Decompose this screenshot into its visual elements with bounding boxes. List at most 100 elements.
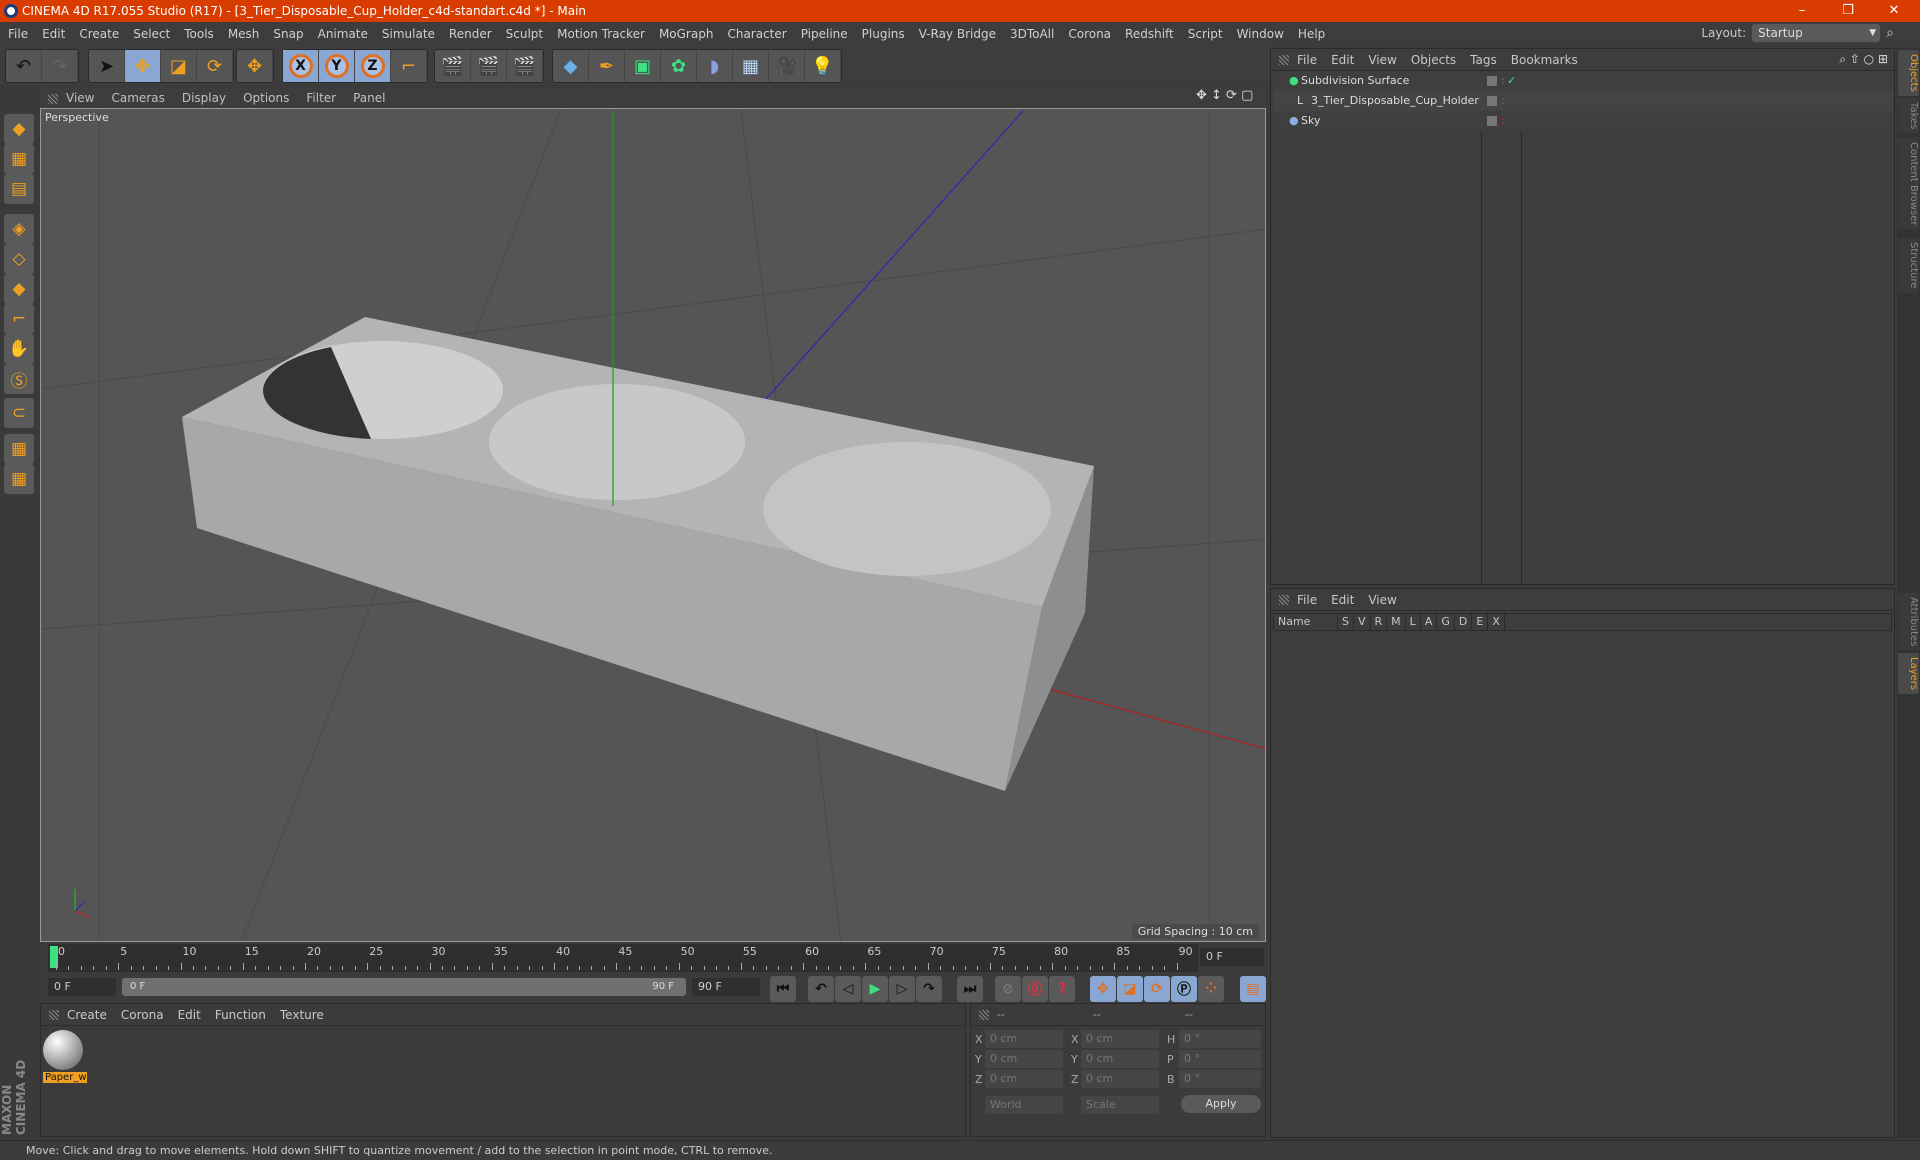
- key-pla-icon[interactable]: ⁘: [1198, 976, 1224, 1002]
- panel-grip[interactable]: [979, 1010, 989, 1020]
- menu-v-ray-bridge[interactable]: V-Ray Bridge: [919, 27, 996, 41]
- menu-sculpt[interactable]: Sculpt: [506, 27, 543, 41]
- objects-menu-file[interactable]: File: [1297, 53, 1317, 67]
- rotation-field[interactable]: 0 °: [1179, 1030, 1261, 1048]
- menu-pipeline[interactable]: Pipeline: [801, 27, 848, 41]
- render-dot-icon[interactable]: :: [1501, 91, 1505, 111]
- close-button[interactable]: ✕: [1872, 0, 1916, 22]
- grid-icon[interactable]: ▦: [4, 464, 34, 494]
- materials-menu-texture[interactable]: Texture: [280, 1008, 324, 1022]
- cube-icon[interactable]: ◆: [553, 50, 589, 82]
- material-swatch[interactable]: Paper_w: [43, 1030, 87, 1088]
- menu-plugins[interactable]: Plugins: [862, 27, 905, 41]
- light-icon[interactable]: 💡: [805, 50, 841, 82]
- coord-scale-dropdown[interactable]: Scale: [1081, 1096, 1159, 1114]
- tab-layers[interactable]: Layers: [1898, 653, 1919, 695]
- tab-structure[interactable]: Structure: [1898, 238, 1919, 293]
- menu-simulate[interactable]: Simulate: [382, 27, 435, 41]
- scale-icon[interactable]: ◪: [161, 50, 197, 82]
- object-row[interactable]: ● Sky:: [1273, 111, 1893, 131]
- start-frame-field[interactable]: 0 F: [48, 978, 116, 996]
- points-mode-icon[interactable]: ◈: [4, 214, 34, 244]
- layer-column-g[interactable]: G: [1437, 614, 1455, 630]
- layout-dropdown[interactable]: Startup ▼: [1752, 24, 1881, 42]
- panel-grip[interactable]: [1279, 55, 1289, 65]
- panel-grip[interactable]: [49, 1010, 59, 1020]
- menu-render[interactable]: Render: [449, 27, 492, 41]
- record-button[interactable]: ⓪: [1022, 976, 1048, 1002]
- objects-menu-tags[interactable]: Tags: [1470, 53, 1497, 67]
- rotation-field[interactable]: 0 °: [1179, 1070, 1261, 1088]
- layer-column-a[interactable]: A: [1421, 614, 1438, 630]
- materials-menu-function[interactable]: Function: [215, 1008, 266, 1022]
- redo-icon[interactable]: ↷: [42, 50, 78, 82]
- menu-snap[interactable]: Snap: [273, 27, 303, 41]
- viewport-menu-options[interactable]: Options: [243, 91, 289, 105]
- floor-icon[interactable]: ▦: [733, 50, 769, 82]
- menu-window[interactable]: Window: [1237, 27, 1284, 41]
- layer-column-d[interactable]: D: [1455, 614, 1473, 630]
- objects-menu-view[interactable]: View: [1368, 53, 1396, 67]
- menu-redshift[interactable]: Redshift: [1125, 27, 1174, 41]
- object-manager-tools[interactable]: ⌕ ⇧ ○ ⊞: [1839, 52, 1888, 67]
- panel-grip[interactable]: [48, 94, 58, 104]
- menu-script[interactable]: Script: [1188, 27, 1223, 41]
- position-field[interactable]: 0 cm: [985, 1050, 1063, 1068]
- menu-file[interactable]: File: [8, 27, 28, 41]
- rotate-icon[interactable]: ⟳: [197, 50, 233, 82]
- pen-icon[interactable]: ✒: [589, 50, 625, 82]
- workplane-icon[interactable]: ▤: [4, 174, 34, 204]
- autokey-button[interactable]: ?: [1049, 976, 1075, 1002]
- layer-column-name[interactable]: Name: [1274, 614, 1338, 630]
- end-frame-field[interactable]: 90 F: [692, 978, 760, 996]
- maximize-button[interactable]: ❐: [1826, 0, 1870, 22]
- tab-attributes[interactable]: Attributes: [1898, 593, 1919, 651]
- menu-mograph[interactable]: MoGraph: [659, 27, 714, 41]
- subdivision-icon[interactable]: ▣: [625, 50, 661, 82]
- goto-start-button[interactable]: ⏮: [770, 976, 796, 1002]
- viewport-menu-filter[interactable]: Filter: [306, 91, 336, 105]
- key-scale-icon[interactable]: ◪: [1117, 976, 1143, 1002]
- magnet-icon[interactable]: ⊂: [4, 398, 34, 428]
- polygons-mode-icon[interactable]: ◆: [4, 274, 34, 304]
- next-key-button[interactable]: ↷: [916, 976, 942, 1002]
- next-frame-button[interactable]: ▷: [889, 976, 915, 1002]
- objects-menu-edit[interactable]: Edit: [1331, 53, 1354, 67]
- current-frame-field[interactable]: 0 F: [1200, 948, 1264, 966]
- 3d-viewport[interactable]: Perspective Grid Spacing : 10 cm: [40, 108, 1266, 942]
- object-row[interactable]: ● Subdivision Surface: ✓: [1273, 71, 1893, 91]
- size-field[interactable]: 0 cm: [1081, 1030, 1159, 1048]
- materials-menu-create[interactable]: Create: [67, 1008, 107, 1022]
- layer-column-s[interactable]: S: [1338, 614, 1354, 630]
- menu-motion-tracker[interactable]: Motion Tracker: [557, 27, 645, 41]
- z-axis-button[interactable]: Z: [355, 50, 391, 82]
- goto-end-button[interactable]: ⏭: [957, 976, 983, 1002]
- menu-select[interactable]: Select: [133, 27, 170, 41]
- search-icon[interactable]: ⌕: [1886, 25, 1894, 41]
- object-row[interactable]: L 3_Tier_Disposable_Cup_Holder:: [1273, 91, 1893, 111]
- tab-takes[interactable]: Takes: [1898, 98, 1919, 134]
- lock-grid-icon[interactable]: ▦: [4, 434, 34, 464]
- size-field[interactable]: 0 cm: [1081, 1070, 1159, 1088]
- coordinate-system-icon[interactable]: ⌐: [391, 50, 427, 82]
- layers-menu-edit[interactable]: Edit: [1331, 593, 1354, 607]
- layer-column-r[interactable]: R: [1371, 614, 1388, 630]
- model-mode-icon[interactable]: ◆: [4, 114, 34, 144]
- timeline-layout-icon[interactable]: ▤: [1240, 976, 1266, 1002]
- menu-create[interactable]: Create: [79, 27, 119, 41]
- cloner-icon[interactable]: ✿: [661, 50, 697, 82]
- frame-range-slider[interactable]: 0 F 90 F: [122, 978, 686, 996]
- select-icon[interactable]: ➤: [89, 50, 125, 82]
- layer-column-l[interactable]: L: [1406, 614, 1421, 630]
- menu-3dtoall[interactable]: 3DToAll: [1010, 27, 1054, 41]
- layer-column-e[interactable]: E: [1472, 614, 1489, 630]
- snap-icon[interactable]: Ⓢ: [4, 364, 34, 394]
- menu-help[interactable]: Help: [1298, 27, 1325, 41]
- layers-menu-file[interactable]: File: [1297, 593, 1317, 607]
- key-parameter-icon[interactable]: Ⓟ: [1171, 976, 1197, 1002]
- edges-mode-icon[interactable]: ◇: [4, 244, 34, 274]
- tab-content-browser[interactable]: Content Browser: [1898, 138, 1919, 230]
- y-axis-button[interactable]: Y: [319, 50, 355, 82]
- x-axis-button[interactable]: X: [283, 50, 319, 82]
- minimize-button[interactable]: –: [1780, 0, 1824, 22]
